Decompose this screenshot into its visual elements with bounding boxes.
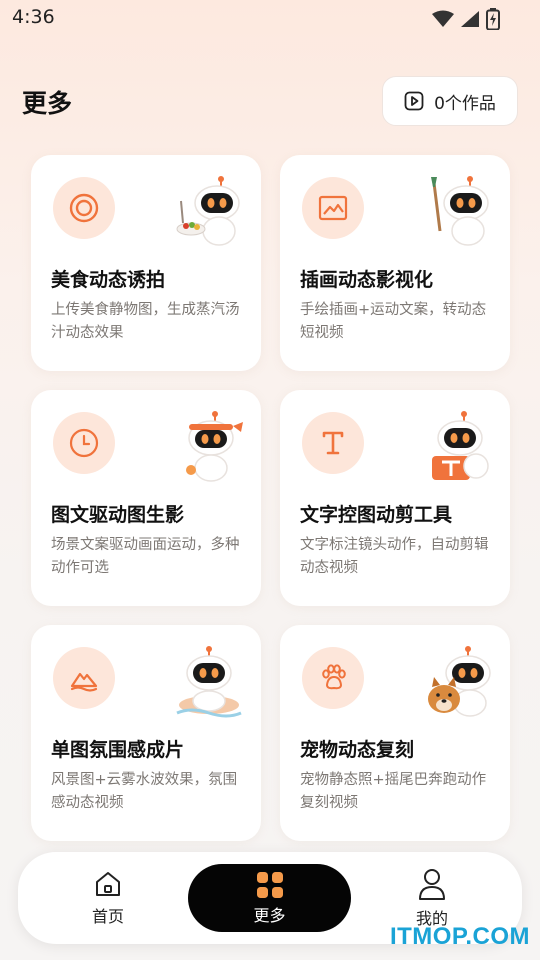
card-atmosphere-video[interactable]: 单图氛围感成片 风景图+云雾水波效果，氛围感动态视频: [31, 625, 261, 841]
card-icon-badge: [53, 412, 115, 474]
robot-mascot-brush-icon: [431, 176, 489, 246]
home-icon: [96, 872, 120, 896]
paw-icon: [322, 664, 346, 690]
card-food-dynamic[interactable]: 美食动态诱拍 上传美食静物图，生成蒸汽汤汁动态效果: [31, 155, 261, 371]
clock-icon: [69, 428, 99, 458]
robot-mascot-food-icon: [176, 176, 240, 246]
card-description: 文字标注镜头动作，自动剪辑动态视频: [300, 537, 489, 576]
battery-charging-icon: [486, 8, 500, 30]
watermark: ITMOP.COM: [389, 923, 530, 950]
user-icon: [419, 869, 445, 900]
card-description: 场景文案驱动画面运动，多种动作可选: [51, 537, 240, 576]
card-title: 插画动态影视化: [300, 269, 434, 291]
wifi-icon: [432, 10, 454, 27]
nav-label-home: 首页: [91, 907, 124, 926]
play-icon: [404, 91, 424, 111]
card-icon-badge: [53, 177, 115, 239]
card-title: 文字控图动剪工具: [300, 504, 453, 526]
my-works-button[interactable]: 0个作品: [382, 76, 518, 126]
robot-mascot-dog-icon: [428, 646, 491, 717]
card-description: 手绘插画+运动文案，转动态短视频: [300, 302, 487, 341]
status-icons: [432, 8, 500, 30]
card-title: 单图氛围感成片: [51, 739, 185, 761]
signal-icon: [461, 11, 479, 27]
image-icon: [318, 195, 348, 221]
card-text-control-editor[interactable]: 文字控图动剪工具 文字标注镜头动作，自动剪辑动态视频: [280, 390, 510, 606]
status-time: 4:36: [12, 6, 55, 28]
page-title: 更多: [22, 89, 73, 118]
mountain-icon: [70, 672, 98, 692]
my-works-label: 0个作品: [434, 93, 496, 114]
card-title: 图文驱动图生影: [51, 504, 185, 526]
nav-label-more: 更多: [253, 906, 286, 925]
robot-mascot-board-icon: [432, 411, 489, 480]
card-description: 风景图+云雾水波效果，氛围感动态视频: [51, 772, 238, 811]
card-icon-badge: [302, 412, 364, 474]
grid-icon: [256, 872, 283, 898]
card-icon-badge: [302, 177, 364, 239]
card-description: 上传美食静物图，生成蒸汽汤汁动态效果: [51, 302, 240, 341]
card-title: 宠物动态复刻: [300, 739, 415, 761]
nav-item-more[interactable]: 更多: [188, 864, 351, 932]
status-bar: 4:36: [0, 0, 540, 36]
nav-item-home[interactable]: 首页: [48, 852, 168, 944]
target-icon: [69, 193, 99, 223]
card-pet-dynamic[interactable]: 宠物动态复刻 宠物静态照+摇尾巴奔跑动作复刻视频: [280, 625, 510, 841]
card-text-driven-video[interactable]: 图文驱动图生影 场景文案驱动画面运动，多种动作可选: [31, 390, 261, 606]
robot-mascot-float-icon: [176, 646, 242, 718]
card-title: 美食动态诱拍: [51, 269, 166, 291]
text-icon: [322, 431, 344, 455]
card-description: 宠物静态照+摇尾巴奔跑动作复刻视频: [300, 772, 487, 811]
card-icon-badge: [302, 647, 364, 709]
robot-mascot-headband-icon: [186, 411, 243, 482]
card-illustration-video[interactable]: 插画动态影视化 手绘插画+运动文案，转动态短视频: [280, 155, 510, 371]
card-icon-badge: [53, 647, 115, 709]
